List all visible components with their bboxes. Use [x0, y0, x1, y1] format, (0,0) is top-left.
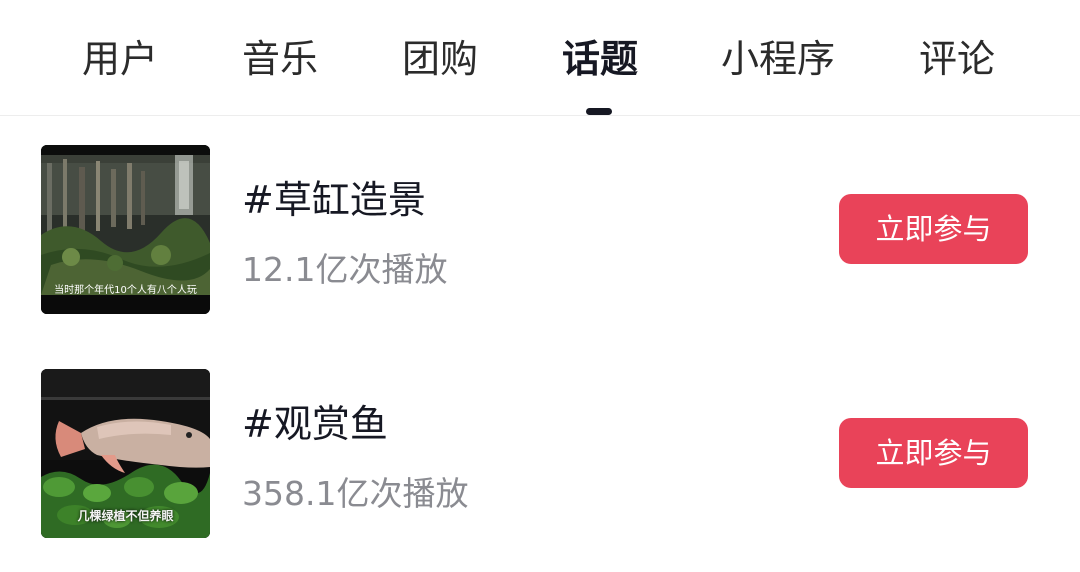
- tab-music[interactable]: 音乐: [242, 32, 318, 86]
- thumbnail-caption: 几棵绿植不但养眼: [77, 509, 174, 523]
- topic-row[interactable]: 几棵绿植不但养眼 #观赏鱼 358.1亿次播放 立即参与: [0, 369, 1080, 539]
- tab-topics[interactable]: 话题: [562, 32, 638, 86]
- tab-mini-programs[interactable]: 小程序: [721, 32, 835, 86]
- topic-thumbnail[interactable]: 几棵绿植不但养眼: [41, 369, 210, 538]
- topic-play-count: 358.1亿次播放: [242, 474, 469, 513]
- tab-users[interactable]: 用户: [82, 32, 158, 86]
- topic-title[interactable]: #草缸造景: [242, 169, 426, 224]
- active-tab-indicator: [586, 108, 612, 115]
- topic-row[interactable]: 当时那个年代10个人有八个人玩 #草缸造景 12.1亿次播放 立即参与: [0, 145, 1080, 315]
- topic-play-count: 12.1亿次播放: [242, 250, 448, 289]
- tab-comments[interactable]: 评论: [919, 32, 995, 86]
- topic-thumbnail[interactable]: 当时那个年代10个人有八个人玩: [41, 145, 210, 314]
- tab-group-buy[interactable]: 团购: [402, 32, 478, 86]
- join-topic-button[interactable]: 立即参与: [839, 194, 1028, 264]
- thumbnail-caption: 当时那个年代10个人有八个人玩: [54, 285, 197, 296]
- topic-title[interactable]: #观赏鱼: [242, 393, 388, 448]
- join-topic-button[interactable]: 立即参与: [839, 418, 1028, 488]
- tab-bar: 用户 音乐 团购 话题 小程序 评论: [0, 0, 1080, 116]
